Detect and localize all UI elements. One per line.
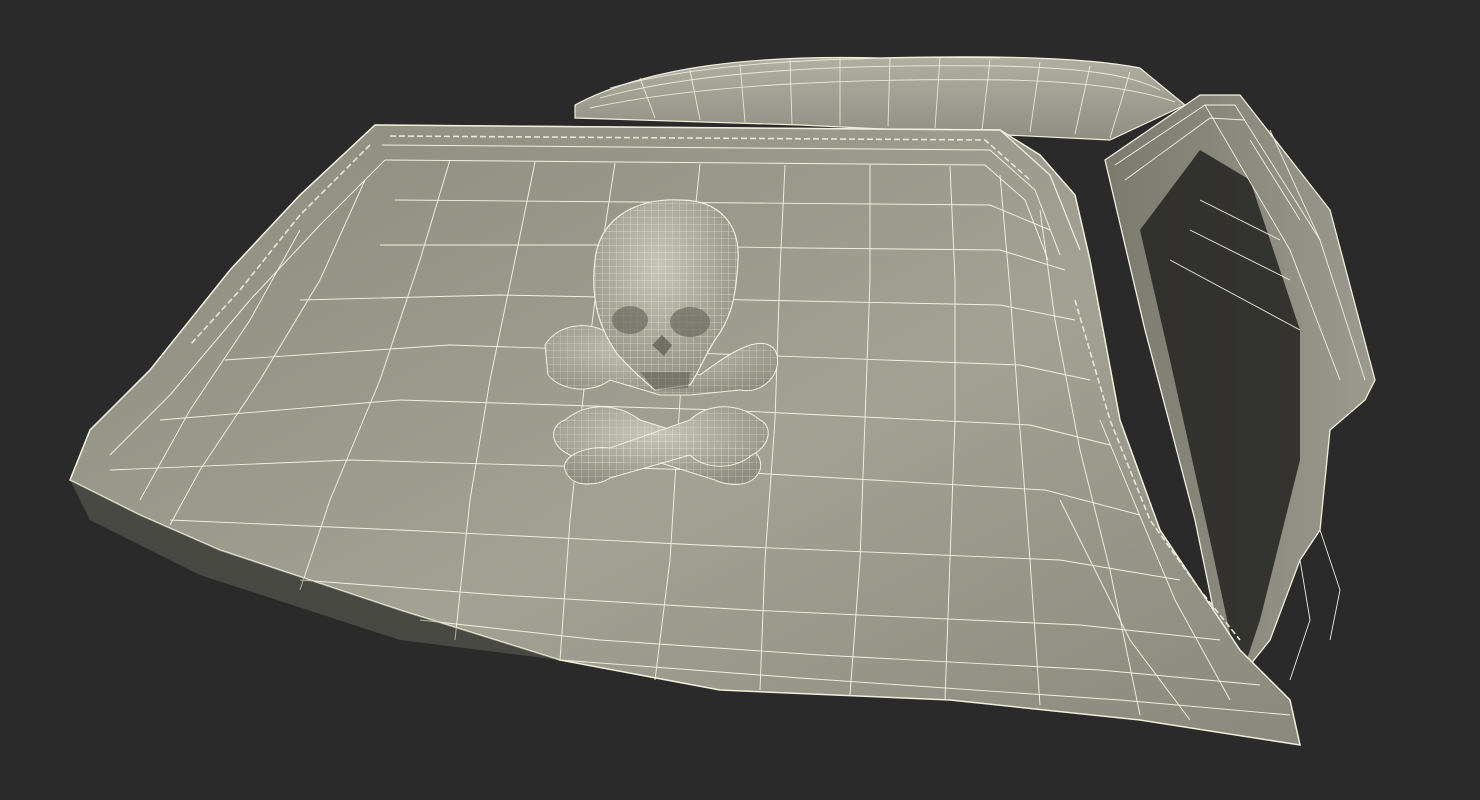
- skull-left-eye-socket: [612, 306, 648, 334]
- hat-model-render: [69, 56, 1376, 746]
- render-viewport: [0, 0, 1480, 800]
- skull-right-eye-socket: [670, 307, 710, 337]
